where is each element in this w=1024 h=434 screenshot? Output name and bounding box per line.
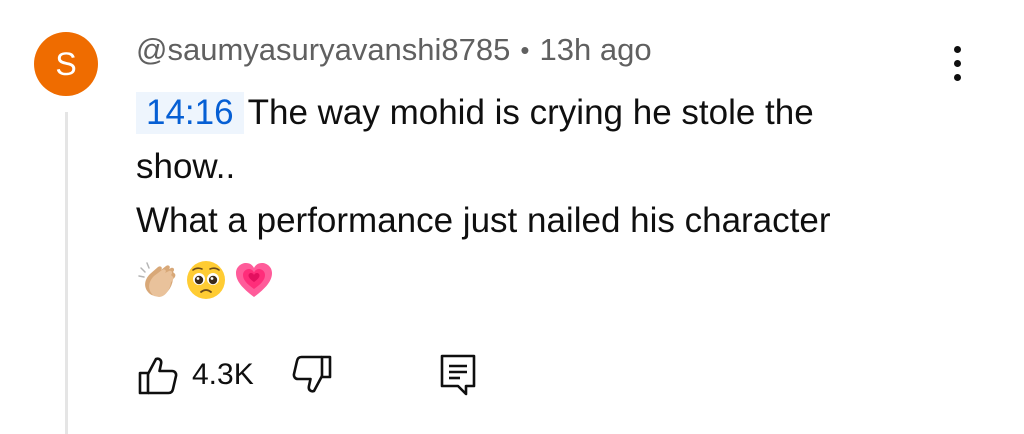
pleading-face-icon [187, 261, 225, 299]
avatar[interactable]: S [34, 32, 98, 96]
thread-line [65, 112, 68, 434]
timestamp-link[interactable]: 14:16 [136, 92, 244, 134]
growing-heart-icon [236, 263, 272, 297]
more-options-button[interactable] [940, 38, 974, 88]
more-dot [953, 59, 961, 67]
comment-actions: 4.3K [136, 350, 478, 400]
author-handle[interactable]: @saumyasuryavanshi8785 [136, 32, 510, 68]
comment-text-line-2: show.. [136, 147, 236, 186]
avatar-letter: S [55, 45, 77, 82]
comment-text-line-3: What a performance just nailed his chara… [136, 201, 831, 240]
time-ago: 13h ago [539, 32, 652, 67]
comment-text-line-1: The way mohid is crying he stole the [247, 93, 814, 132]
separator: • [520, 34, 530, 65]
thumbs-down-icon [292, 355, 332, 393]
like-button[interactable]: 4.3K [136, 353, 290, 397]
more-dot [953, 73, 961, 81]
emoji-row [136, 258, 276, 302]
comment-text: 14:16 The way mohid is crying he stole th… [136, 86, 936, 248]
clapping-hands-icon [138, 262, 176, 297]
comment-line-1: 14:16 The way mohid is crying he stole th… [136, 86, 936, 140]
comment-header: @saumyasuryavanshi8785 • 13h ago [136, 32, 652, 68]
like-count: 4.3K [192, 358, 254, 391]
reply-comment-icon [440, 354, 476, 396]
dislike-button[interactable] [290, 353, 334, 397]
reply-button[interactable] [438, 352, 478, 398]
more-dot [953, 45, 961, 53]
thumbs-up-icon [138, 357, 178, 395]
